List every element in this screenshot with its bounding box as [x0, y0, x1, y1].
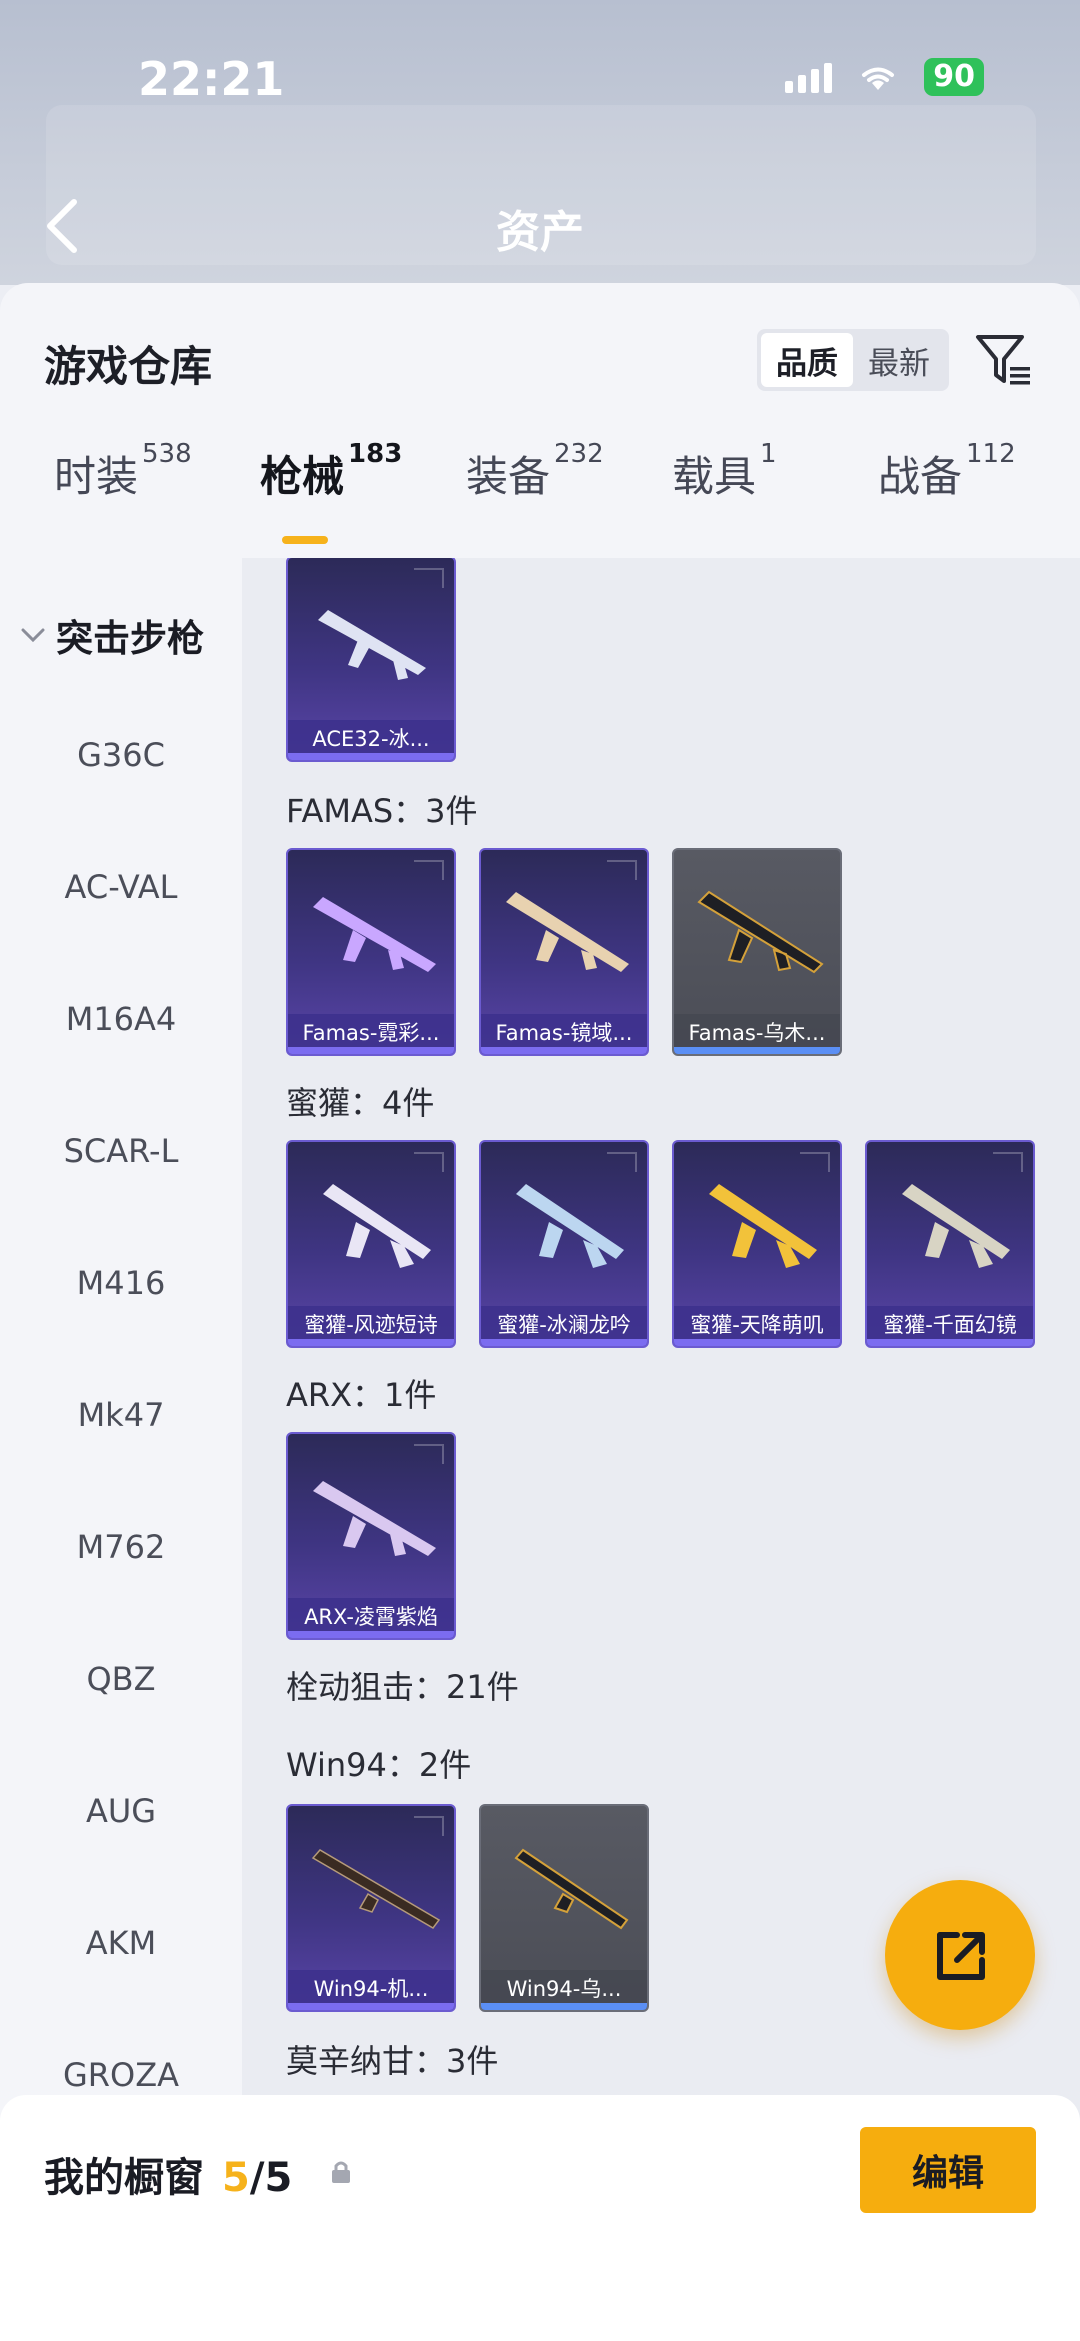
- group-title-bolt-sniper: 栓动狙击：21件: [286, 1668, 519, 1706]
- signal-icon: [785, 61, 833, 93]
- tab-fashion[interactable]: 时装 538: [54, 439, 192, 504]
- sidebar-item-m416[interactable]: M416: [0, 1264, 242, 1302]
- status-time: 22:21: [138, 52, 285, 106]
- sidebar-item-qbz[interactable]: QBZ: [0, 1660, 242, 1698]
- edit-button[interactable]: 编辑: [860, 2127, 1036, 2213]
- sidebar-item-m16a4[interactable]: M16A4: [0, 1000, 242, 1038]
- sidebar-item-m762[interactable]: M762: [0, 1528, 242, 1566]
- showcase-title: 我的橱窗 5/5: [44, 2155, 293, 2201]
- rifle-icon: [323, 1184, 431, 1268]
- group-title-famas: FAMAS：3件: [286, 792, 478, 830]
- sheet-title: 游戏仓库: [44, 342, 213, 391]
- sidebar-item-scar-l[interactable]: SCAR-L: [0, 1132, 242, 1170]
- sort-toggle: 品质 最新: [757, 329, 949, 391]
- rifle-icon: [902, 1184, 1010, 1268]
- showcase-bar: 我的橱窗 5/5 编辑: [0, 2095, 1080, 2341]
- group-title-win94: Win94：2件: [286, 1746, 472, 1784]
- skin-card[interactable]: 蜜獾-千面幻镜: [865, 1140, 1035, 1348]
- status-icons: 90: [785, 58, 984, 96]
- sort-option-quality[interactable]: 品质: [761, 333, 853, 387]
- rifle-icon: [697, 890, 824, 974]
- group-title-mosin: 莫辛纳甘：3件: [286, 2042, 499, 2080]
- skin-card[interactable]: Win94-乌...: [479, 1804, 649, 2012]
- rifle-icon: [318, 610, 426, 680]
- skin-card[interactable]: Famas-乌木...: [672, 848, 842, 1056]
- sidebar-item-groza[interactable]: GROZA: [0, 2056, 242, 2094]
- showcase-count: 5/5: [222, 2155, 293, 2201]
- sidebar-item-mk47[interactable]: Mk47: [0, 1396, 242, 1434]
- tab-firearms[interactable]: 枪械 183: [260, 439, 402, 504]
- skin-card[interactable]: ARX-凌霄紫焰: [286, 1432, 456, 1640]
- sidebar-item-ac-val[interactable]: AC-VAL: [0, 868, 242, 906]
- lock-icon: [332, 2161, 350, 2183]
- rarity-bar: [288, 1047, 454, 1054]
- rifle-icon: [516, 1184, 624, 1268]
- rarity-bar: [288, 1631, 454, 1638]
- group-title-honey-badger: 蜜獾：4件: [286, 1084, 435, 1122]
- category-tabs: 时装 538 枪械 183 装备 232 载具 1 战备 112: [0, 439, 1080, 543]
- rarity-bar: [867, 1339, 1033, 1346]
- rarity-bar: [288, 753, 454, 760]
- group-title-arx: ARX：1件: [286, 1376, 437, 1414]
- skin-card[interactable]: 蜜獾-天降萌叽: [672, 1140, 842, 1348]
- tab-equipment[interactable]: 装备 232: [466, 439, 604, 504]
- rifle-icon: [313, 897, 436, 972]
- active-tab-indicator: [282, 536, 328, 544]
- tab-supplies[interactable]: 战备 112: [878, 439, 1016, 504]
- sort-option-newest[interactable]: 最新: [853, 333, 945, 387]
- nav-title: 资产: [496, 207, 584, 258]
- rarity-bar: [674, 1339, 840, 1346]
- share-button[interactable]: [885, 1880, 1035, 2030]
- sidebar-category[interactable]: 突击步枪: [20, 608, 204, 662]
- warehouse-sheet: 游戏仓库 品质 最新 时装 538 枪械 183 装备 232 载具 1 战备 112 突…: [0, 283, 1080, 2133]
- battery-indicator: 90: [924, 58, 984, 96]
- sidebar-item-aug[interactable]: AUG: [0, 1792, 242, 1830]
- filter-icon[interactable]: [974, 329, 1034, 391]
- rifle-icon: [514, 1848, 629, 1930]
- share-icon: [937, 1932, 985, 1980]
- sidebar-item-g36c[interactable]: G36C: [0, 736, 242, 774]
- sidebar-item-akm[interactable]: AKM: [0, 1924, 242, 1962]
- skin-card[interactable]: Famas-霓彩...: [286, 848, 456, 1056]
- rarity-bar: [481, 1339, 647, 1346]
- rifle-icon: [313, 1481, 436, 1556]
- rifle-icon: [311, 1849, 441, 1929]
- rifle-icon: [709, 1184, 817, 1268]
- skin-card[interactable]: Win94-机...: [286, 1804, 456, 2012]
- rarity-bar: [481, 2003, 647, 2010]
- weapon-sidebar: 突击步枪 G36C AC-VAL M16A4 SCAR-L M416 Mk47 …: [0, 558, 242, 2133]
- tab-vehicles[interactable]: 载具 1: [672, 439, 777, 504]
- asset-page: 22:21 90 资产 游戏仓库 品质 最新 时装 538 枪械 183 装备 232…: [0, 0, 1080, 2341]
- chevron-down-icon: [21, 628, 45, 643]
- rarity-bar: [288, 2003, 454, 2010]
- skin-card[interactable]: 蜜獾-风迹短诗: [286, 1140, 456, 1348]
- top-header: 22:21 90 资产: [0, 0, 1080, 285]
- skin-card[interactable]: Famas-镜域...: [479, 848, 649, 1056]
- wifi-icon: [862, 67, 895, 90]
- skin-card[interactable]: ACE32-冰...: [286, 558, 456, 762]
- rarity-bar: [288, 1339, 454, 1346]
- rarity-bar: [674, 1047, 840, 1054]
- rifle-icon: [506, 892, 629, 972]
- rarity-bar: [481, 1047, 647, 1054]
- skin-card[interactable]: 蜜獾-冰澜龙吟: [479, 1140, 649, 1348]
